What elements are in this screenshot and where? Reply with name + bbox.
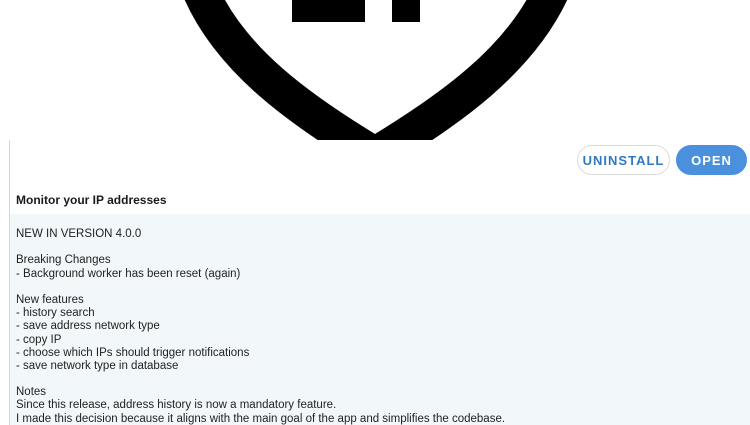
version-heading: NEW IN VERSION 4.0.0 [16, 228, 142, 240]
open-button[interactable]: OPEN [676, 145, 747, 175]
feature-item: - history search [16, 307, 95, 320]
uninstall-button[interactable]: UNINSTALL [577, 145, 670, 175]
notes-line: Since this release, address history is n… [16, 399, 337, 412]
app-summary: Monitor your IP addresses [16, 193, 167, 207]
notes-title: Notes [16, 386, 47, 399]
app-logo-icon [0, 0, 750, 140]
new-features-title: New features [16, 293, 84, 306]
feature-item: - save address network type [16, 320, 160, 333]
app-detail-page: UNINSTALL OPEN Monitor your IP addresses… [0, 0, 750, 425]
feature-item: - choose which IPs should trigger notifi… [16, 346, 250, 359]
release-notes-panel: NEW IN VERSION 4.0.0 Breaking Changes - … [10, 214, 750, 425]
breaking-changes-title: Breaking Changes [16, 254, 111, 267]
breaking-change-item: - Background worker has been reset (agai… [16, 267, 241, 280]
feature-item: - copy IP [16, 333, 62, 346]
notes-line: I made this decision because it aligns w… [16, 412, 506, 425]
feature-item: - save network type in database [16, 359, 179, 372]
